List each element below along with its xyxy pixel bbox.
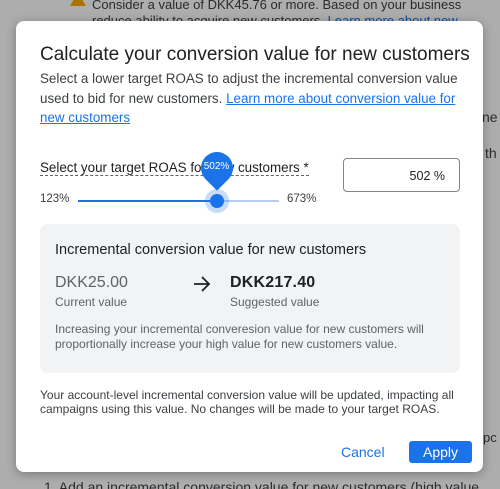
slider-value-label: 502% (203, 161, 230, 172)
roas-slider-track[interactable] (78, 200, 279, 202)
cancel-button[interactable]: Cancel (341, 441, 385, 463)
card-title: Incremental conversion value for new cus… (55, 242, 367, 258)
roas-slider-thumb[interactable] (209, 194, 224, 208)
roas-slider-fill (78, 200, 217, 202)
conversion-value-card: Incremental conversion value for new cus… (40, 224, 460, 373)
footer-note: Your account-level incremental conversio… (40, 388, 454, 416)
target-roas-input[interactable]: 502 % (343, 158, 460, 192)
apply-button[interactable]: Apply (409, 441, 472, 463)
dialog-title: Calculate your conversion value for new … (40, 44, 470, 65)
arrow-right-icon (194, 276, 211, 292)
slider-min-label: 123% (40, 193, 70, 205)
suggested-value: DKK217.40 (230, 274, 316, 291)
target-roas-label: Select your target ROAS for new customer… (40, 160, 309, 176)
current-value-label: Current value (55, 295, 128, 309)
conversion-value-dialog: Calculate your conversion value for new … (16, 21, 483, 472)
dialog-description: Select a lower target ROAS to adjust the… (40, 71, 458, 125)
current-value: DKK25.00 (55, 274, 128, 291)
suggested-value-label: Suggested value (230, 295, 320, 309)
slider-max-label: 673% (287, 193, 317, 205)
card-note: Increasing your incremental converesion … (55, 322, 424, 351)
